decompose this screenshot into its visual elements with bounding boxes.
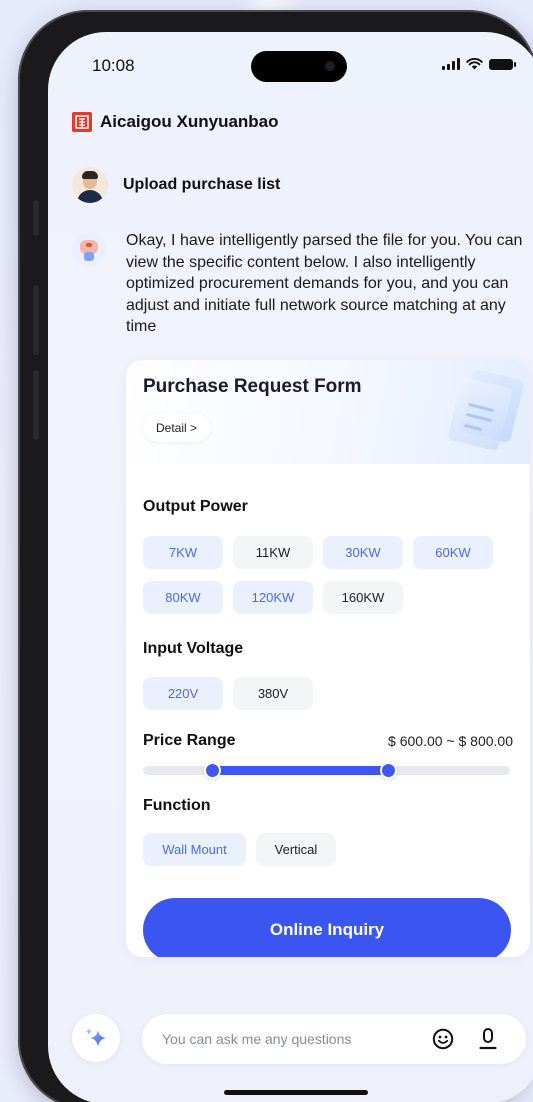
- battery-icon: [489, 58, 516, 70]
- option-80kw[interactable]: 80KW: [143, 581, 223, 614]
- user-message-row: Upload purchase list: [72, 167, 280, 203]
- app-title: Aicaigou Xunyuanbao: [100, 112, 279, 131]
- price-max-handle[interactable]: [380, 762, 398, 779]
- emoji-icon[interactable]: [432, 1028, 454, 1050]
- chat-input-bar: [142, 1014, 526, 1064]
- option-380v[interactable]: 380V: [233, 677, 313, 710]
- signal-icon: [442, 58, 460, 70]
- card-title: Purchase Request Form: [143, 376, 362, 397]
- output-power-label: Output Power: [143, 498, 248, 515]
- detail-button[interactable]: Detail >: [143, 414, 211, 442]
- volume-up-button: [33, 285, 39, 355]
- purchase-request-card: Purchase Request Form Detail > Output Po…: [126, 360, 530, 957]
- input-voltage-options: 220V 380V: [143, 677, 523, 710]
- phone-frame: 10:08 Aicaigou Xunyuanbao Upload purchas…: [18, 10, 533, 1102]
- app-logo-icon: [72, 112, 92, 132]
- home-indicator: [224, 1090, 368, 1095]
- status-time: 10:08: [92, 56, 135, 75]
- chat-input[interactable]: [162, 1014, 422, 1064]
- status-icons: [442, 58, 516, 70]
- online-inquiry-button[interactable]: Online Inquiry: [143, 898, 511, 957]
- sparkle-icon: [86, 1028, 106, 1047]
- output-power-options: 7KW 11KW 30KW 60KW 80KW 120KW 160KW: [143, 536, 523, 614]
- mute-switch: [33, 200, 39, 236]
- bot-message: Okay, I have intelligently parsed the fi…: [126, 232, 523, 335]
- option-160kw[interactable]: 160KW: [323, 581, 403, 614]
- price-range-slider[interactable]: [143, 762, 510, 779]
- option-11kw[interactable]: 11KW: [233, 536, 313, 569]
- option-30kw[interactable]: 30KW: [323, 536, 403, 569]
- volume-down-button: [33, 370, 39, 440]
- dynamic-island: [251, 51, 347, 82]
- app-header: Aicaigou Xunyuanbao: [72, 112, 279, 132]
- price-range-label: Price Range: [143, 732, 236, 749]
- card-header: Purchase Request Form Detail >: [126, 360, 530, 464]
- function-options: Wall Mount Vertical: [143, 833, 523, 866]
- option-120kw[interactable]: 120KW: [233, 581, 313, 614]
- price-range-fill: [212, 766, 389, 775]
- bot-avatar: [72, 232, 106, 266]
- option-60kw[interactable]: 60KW: [413, 536, 493, 569]
- option-7kw[interactable]: 7KW: [143, 536, 223, 569]
- option-220v[interactable]: 220V: [143, 677, 223, 710]
- input-voltage-label: Input Voltage: [143, 640, 244, 657]
- wifi-icon: [466, 58, 483, 70]
- price-min-handle[interactable]: [204, 762, 222, 779]
- microphone-icon[interactable]: [477, 1027, 499, 1051]
- option-wall-mount[interactable]: Wall Mount: [143, 833, 246, 866]
- function-label: Function: [143, 797, 211, 814]
- ai-assistant-button[interactable]: [72, 1014, 120, 1062]
- user-avatar: [72, 167, 108, 203]
- phone-screen: 10:08 Aicaigou Xunyuanbao Upload purchas…: [48, 32, 533, 1102]
- document-illustration-icon: [442, 368, 525, 458]
- price-range-value: $ 600.00 ~ $ 800.00: [388, 733, 513, 749]
- user-message: Upload purchase list: [123, 176, 281, 193]
- option-vertical[interactable]: Vertical: [256, 833, 336, 866]
